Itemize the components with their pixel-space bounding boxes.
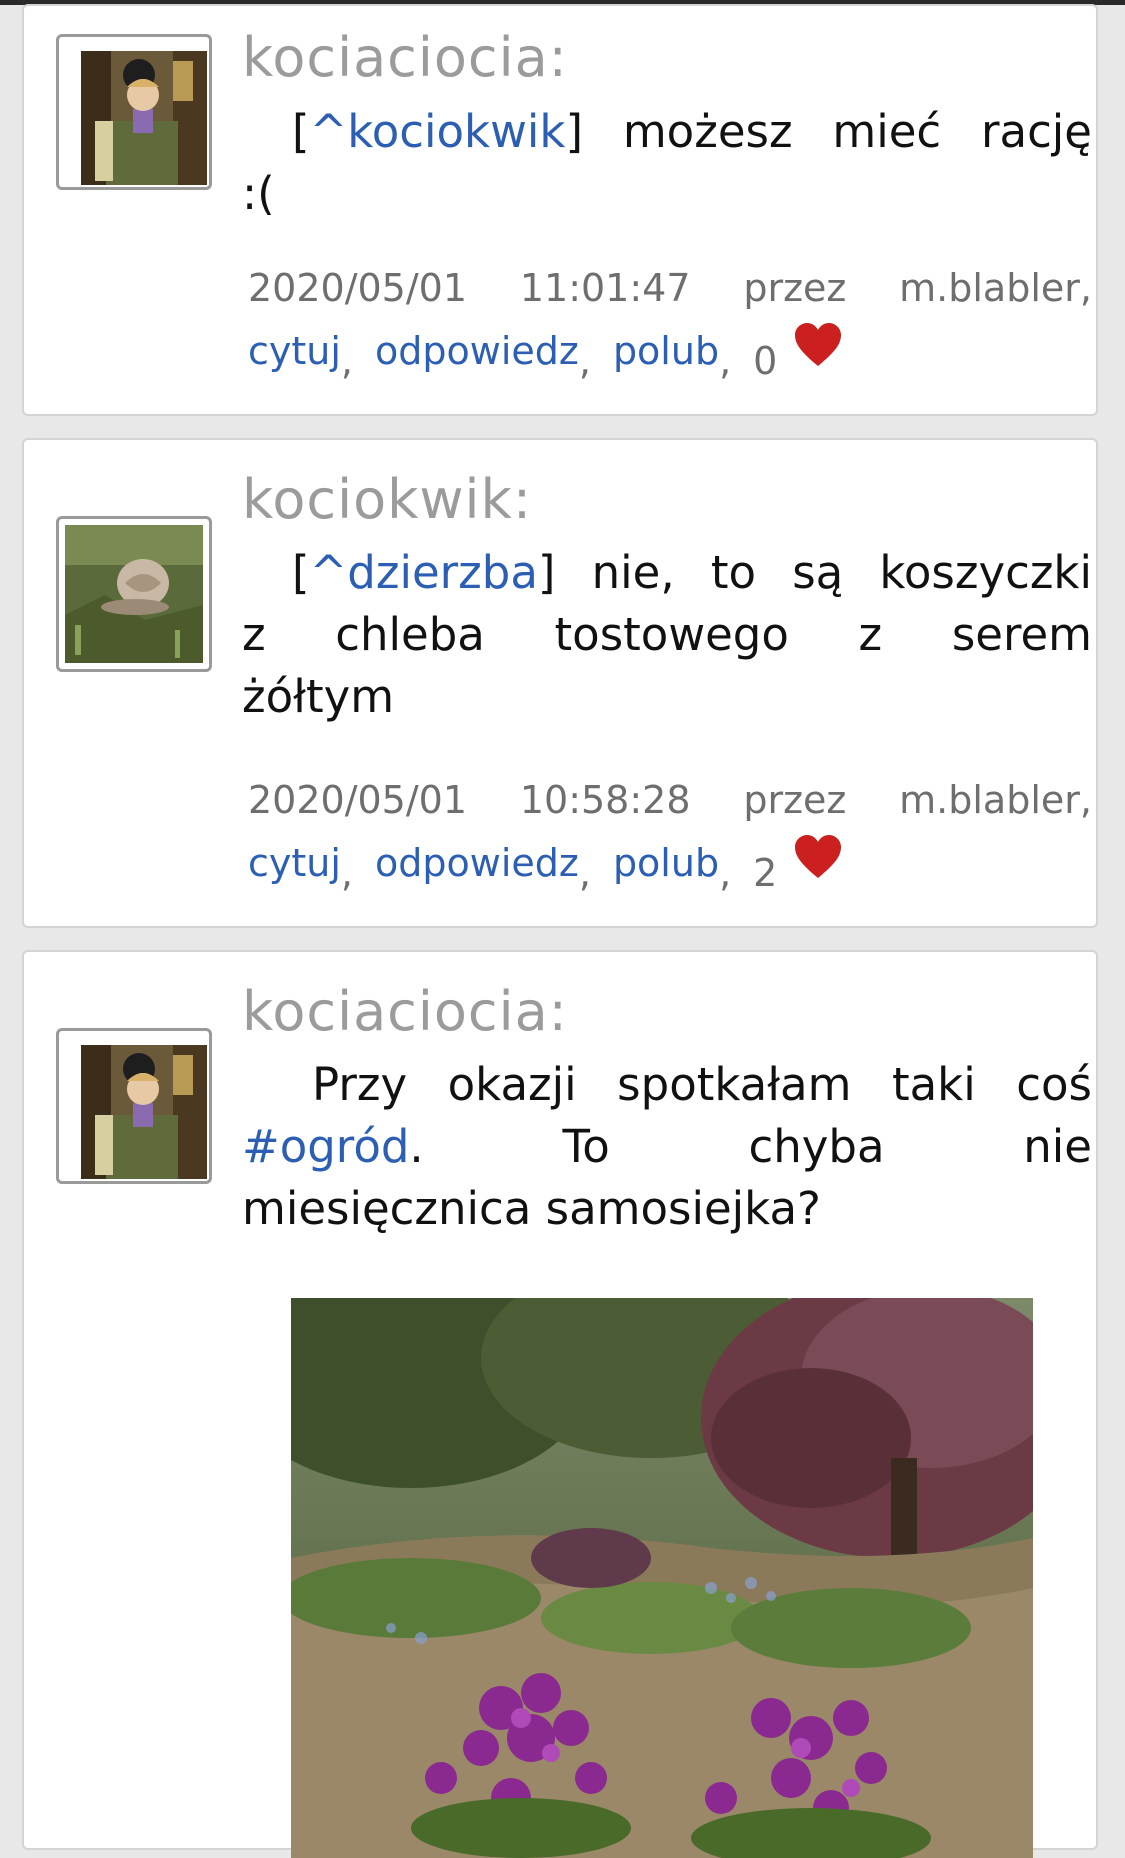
post-meta: 2020/05/01 11:01:47 przez m.blabler, cyt… [248, 258, 1092, 383]
like-link[interactable]: polub [613, 833, 719, 893]
post-card: kociaciocia: [^kociokwik] możesz mieć ra… [22, 4, 1098, 416]
post-time: 10:58:28 [519, 778, 691, 822]
avatar-image [81, 51, 207, 185]
post-date: 2020/05/01 [248, 778, 468, 822]
bracket-open: [ [292, 105, 310, 158]
like-count: 2 [753, 851, 778, 895]
post-text: ] możesz mieć rację [565, 105, 1092, 158]
heart-icon [793, 834, 843, 897]
post-author[interactable]: kociokwik: [242, 468, 532, 531]
post-body: [^dzierzba] nie, to są koszyczki z chleb… [242, 542, 1092, 728]
avatar[interactable] [56, 34, 212, 190]
heart-icon [793, 322, 843, 385]
post-text-line: Przy okazji spotkałam taki coś [312, 1058, 1092, 1111]
quote-link[interactable]: cytuj [248, 321, 341, 381]
mention-link[interactable]: ^dzierzba [310, 546, 538, 599]
post-text-line: z chleba tostowego z serem [242, 608, 1092, 661]
post-card: kociokwik: [^dzierzba] nie, to są koszyc… [22, 438, 1098, 928]
avatar-image [65, 525, 203, 663]
quote-link[interactable]: cytuj [248, 833, 341, 893]
mention-link[interactable]: ^kociokwik [310, 105, 566, 158]
avatar[interactable] [56, 516, 212, 672]
via-label: przez [743, 266, 847, 310]
post-text-line: miesięcznica samosiejka? [242, 1182, 821, 1235]
post-photo[interactable] [291, 1298, 1033, 1858]
post-text-line: żółtym [242, 670, 395, 723]
post-body: Przy okazji spotkałam taki coś #ogród. T… [242, 1054, 1092, 1240]
post-text: ] nie, to są koszyczki [537, 546, 1092, 599]
via-client: m.blabler, [899, 266, 1092, 310]
bracket-open: [ [292, 546, 310, 599]
via-client: m.blabler, [899, 778, 1092, 822]
post-author[interactable]: kociaciocia: [242, 980, 568, 1043]
like-link[interactable]: polub [613, 321, 719, 381]
post-body: [^kociokwik] możesz mieć rację :( [242, 101, 1092, 225]
post-meta: 2020/05/01 10:58:28 przez m.blabler, cyt… [248, 770, 1092, 895]
avatar[interactable] [56, 1028, 212, 1184]
via-label: przez [743, 778, 847, 822]
post-text: . To chyba nie [409, 1120, 1092, 1173]
post-time: 11:01:47 [519, 266, 691, 310]
like-count: 0 [753, 339, 778, 383]
hashtag-link[interactable]: #ogród [242, 1120, 409, 1173]
reply-link[interactable]: odpowiedz [375, 321, 579, 381]
post-date: 2020/05/01 [248, 266, 468, 310]
post-author[interactable]: kociaciocia: [242, 26, 568, 89]
reply-link[interactable]: odpowiedz [375, 833, 579, 893]
post-text-line: :( [242, 167, 275, 220]
avatar-image [81, 1045, 207, 1179]
post-card: kociaciocia: Przy okazji spotkałam taki … [22, 950, 1098, 1858]
